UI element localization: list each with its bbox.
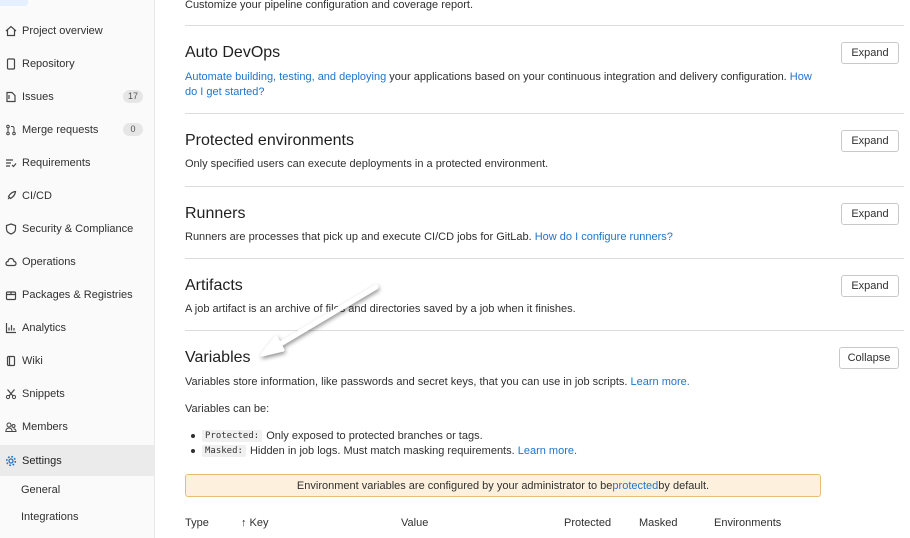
sidebar-item-label: Members xyxy=(22,421,68,433)
table-header-key[interactable]: ↑ Key xyxy=(241,517,269,529)
main-content: Customize your pipeline configuration an… xyxy=(156,0,910,538)
variables-protected-alert: Environment variables are configured by … xyxy=(185,474,821,497)
masking-learn-more-link[interactable]: Learn more. xyxy=(518,445,577,457)
section-desc-artifacts: A job artifact is an archive of files an… xyxy=(185,303,576,315)
sidebar-item-label: Snippets xyxy=(22,388,65,400)
sidebar-item-settings[interactable]: Settings xyxy=(0,445,155,476)
issues-icon xyxy=(4,90,18,104)
doc-icon xyxy=(4,57,18,71)
sidebar-item-members[interactable]: Members xyxy=(0,414,155,440)
table-header-environments: Environments xyxy=(714,517,782,529)
table-header-protected: Protected xyxy=(564,517,612,529)
section-desc-protected-environments: Only specified users can execute deploym… xyxy=(185,158,549,170)
sidebar-item-analytics[interactable]: Analytics xyxy=(0,315,155,341)
section-title-protected-environments: Protected environments xyxy=(185,132,354,149)
protected-code: Protected: xyxy=(202,430,263,442)
merge-requests-count-badge: 0 xyxy=(123,123,143,136)
sidebar-item-wiki[interactable]: Wiki xyxy=(0,348,155,374)
sidebar-item-cicd[interactable]: CI/CD xyxy=(0,183,155,209)
sidebar-item-packages-registries[interactable]: Packages & Registries xyxy=(0,282,155,308)
variables-collapse-button[interactable]: Collapse xyxy=(839,347,899,369)
variables-learn-more-link[interactable]: Learn more. xyxy=(631,376,690,388)
divider xyxy=(185,25,904,26)
sidebar-item-label: Repository xyxy=(22,58,75,70)
bullet-dot xyxy=(191,434,195,438)
table-header-value: Value xyxy=(401,517,429,529)
variables-bullet-protected: Protected: Only exposed to protected bra… xyxy=(191,430,483,442)
sidebar-item-label: Packages & Registries xyxy=(22,289,133,301)
sidebar-item-issues[interactable]: Issues 17 xyxy=(0,84,155,110)
sidebar-item-label: Merge requests xyxy=(22,124,99,136)
section-title-auto-devops: Auto DevOps xyxy=(185,44,281,61)
sidebar-item-label: CI/CD xyxy=(22,190,52,202)
cicd-general-pipelines-desc: Customize your pipeline configuration an… xyxy=(185,0,473,11)
users-icon xyxy=(4,420,18,434)
sidebar-item-operations[interactable]: Operations xyxy=(0,249,155,275)
divider xyxy=(185,186,904,187)
sidebar-item-snippets[interactable]: Snippets xyxy=(0,381,155,407)
sidebar-top-item[interactable] xyxy=(0,0,28,6)
cloud-gear-icon xyxy=(4,255,18,269)
section-desc-variables: Variables store information, like passwo… xyxy=(185,376,690,388)
sidebar-item-label: Requirements xyxy=(22,157,91,169)
requirements-icon xyxy=(4,156,18,170)
section-title-variables: Variables xyxy=(185,349,251,366)
book-icon xyxy=(4,354,18,368)
divider xyxy=(185,258,904,259)
divider xyxy=(185,330,904,331)
table-header-type: Type xyxy=(185,517,209,529)
section-title-runners: Runners xyxy=(185,205,246,222)
masked-code: Masked: xyxy=(202,445,246,457)
merge-request-icon xyxy=(4,123,18,137)
auto-devops-expand-button[interactable]: Expand xyxy=(841,42,899,64)
protected-environments-expand-button[interactable]: Expand xyxy=(841,130,899,152)
sidebar-item-repository[interactable]: Repository xyxy=(0,51,155,77)
sidebar-item-label: Analytics xyxy=(22,322,67,334)
variables-can-be-label: Variables can be: xyxy=(185,403,270,415)
artifacts-expand-button[interactable]: Expand xyxy=(841,275,899,297)
home-icon xyxy=(4,24,18,38)
auto-devops-link[interactable]: Automate building, testing, and deployin… xyxy=(185,71,386,83)
sidebar-item-label: Issues xyxy=(22,91,54,103)
section-title-artifacts: Artifacts xyxy=(185,277,243,294)
runners-expand-button[interactable]: Expand xyxy=(841,203,899,225)
table-header-masked: Masked xyxy=(639,517,678,529)
sidebar: Project overview Repository Issues 17 Me… xyxy=(0,0,155,538)
alert-protected-link[interactable]: protected xyxy=(612,480,658,492)
settings-subitem-general[interactable]: General xyxy=(21,484,60,496)
sidebar-item-label: Settings xyxy=(22,454,62,467)
sidebar-item-label: Security & Compliance xyxy=(22,223,134,235)
sidebar-item-label: Wiki xyxy=(22,355,43,367)
scissors-icon xyxy=(4,387,18,401)
shield-icon xyxy=(4,222,18,236)
sidebar-item-security-compliance[interactable]: Security & Compliance xyxy=(0,216,155,242)
sidebar-item-label: Operations xyxy=(22,256,76,268)
package-icon xyxy=(4,288,18,302)
rocket-icon xyxy=(4,189,18,203)
divider xyxy=(185,113,904,114)
gear-icon xyxy=(4,454,18,468)
section-desc-auto-devops: Automate building, testing, and deployin… xyxy=(185,71,812,98)
settings-subitem-integrations[interactable]: Integrations xyxy=(21,511,78,523)
sidebar-item-label: Project overview xyxy=(22,25,103,37)
section-desc-runners: Runners are processes that pick up and e… xyxy=(185,231,673,243)
sidebar-item-project-overview[interactable]: Project overview xyxy=(0,18,155,44)
sidebar-item-merge-requests[interactable]: Merge requests 0 xyxy=(0,117,155,143)
chart-icon xyxy=(4,321,18,335)
configure-runners-link[interactable]: How do I configure runners? xyxy=(535,231,673,243)
variables-bullet-masked: Masked: Hidden in job logs. Must match m… xyxy=(191,445,577,457)
issues-count-badge: 17 xyxy=(123,90,143,103)
bullet-dot xyxy=(191,449,195,453)
sidebar-item-requirements[interactable]: Requirements xyxy=(0,150,155,176)
